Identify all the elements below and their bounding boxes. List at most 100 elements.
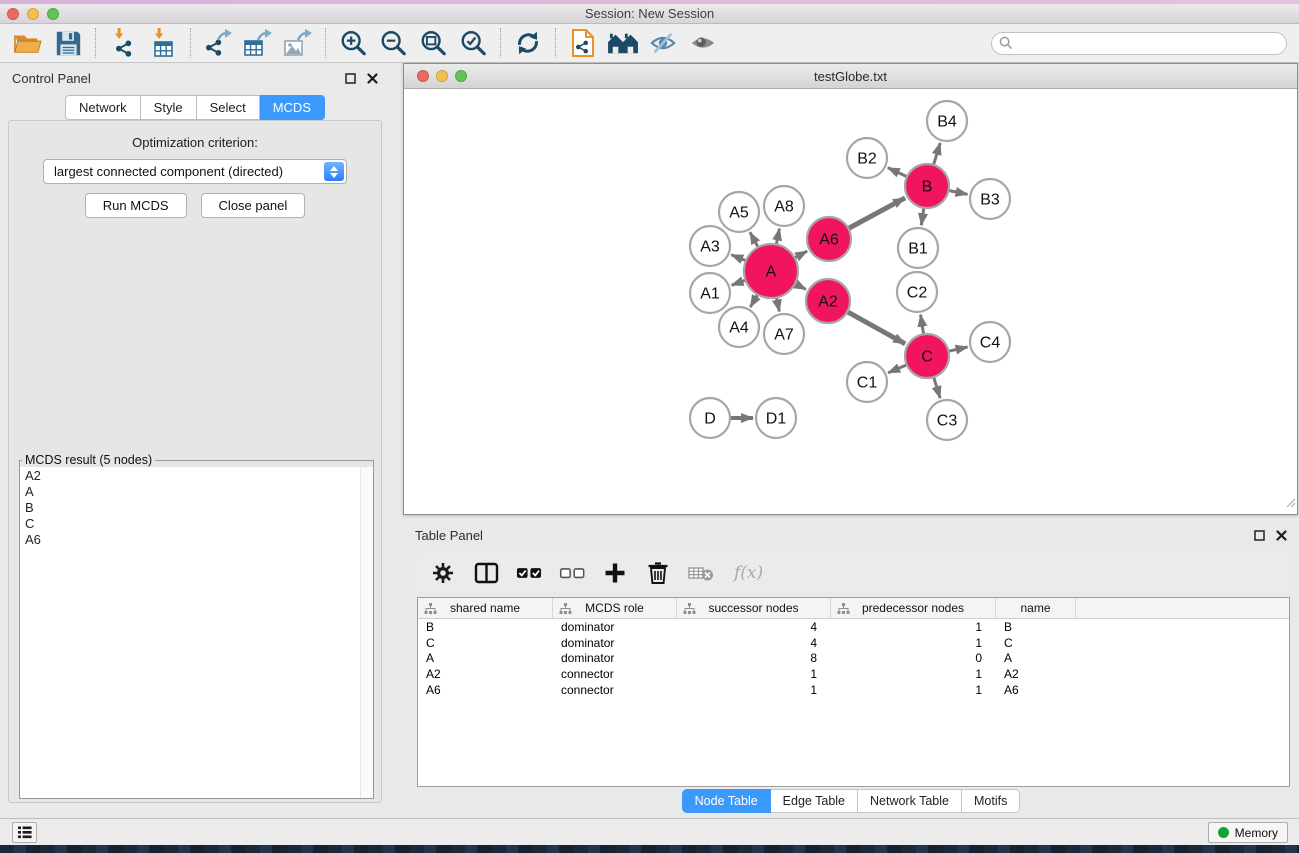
tab-style[interactable]: Style [141, 95, 197, 120]
import-table-icon[interactable] [143, 26, 183, 60]
open-file-icon[interactable] [8, 26, 48, 60]
table-cell: 8 [677, 651, 831, 665]
close-panel-icon[interactable] [367, 73, 378, 84]
tab-mcds[interactable]: MCDS [260, 95, 325, 120]
control-panel-header: Control Panel [0, 63, 390, 93]
network-window-titlebar[interactable]: testGlobe.txt [404, 64, 1297, 89]
tab-select[interactable]: Select [197, 95, 260, 120]
table-cell: A [418, 651, 553, 665]
table-row[interactable]: A2connector11A2 [418, 666, 1289, 682]
table-cell: C [418, 636, 553, 650]
export-table-icon[interactable] [238, 26, 278, 60]
search-input[interactable] [991, 32, 1287, 55]
edge-C-C3 [933, 376, 940, 398]
edge-B-B1 [921, 207, 924, 225]
memory-label: Memory [1235, 826, 1278, 840]
close-window-button[interactable] [7, 8, 19, 20]
network-minimize-button[interactable] [436, 70, 448, 82]
network-close-button[interactable] [417, 70, 429, 82]
table-cell: 4 [677, 636, 831, 650]
float-panel-icon[interactable] [345, 73, 356, 84]
task-history-button[interactable] [12, 822, 37, 843]
column-header-successor-nodes[interactable]: successor nodes [677, 598, 831, 618]
session-title: Session: New Session [0, 4, 1299, 23]
table-row[interactable]: Cdominator41C [418, 635, 1289, 651]
column-header-shared-name[interactable]: shared name [418, 598, 553, 618]
node-label-A: A [766, 264, 777, 281]
table-cell: 1 [831, 620, 996, 634]
table-row[interactable]: A6connector11A6 [418, 682, 1289, 698]
close-table-panel-icon[interactable] [1276, 530, 1287, 541]
node-label-D: D [704, 411, 716, 428]
result-item[interactable]: A [25, 484, 373, 500]
table-cell: 1 [831, 636, 996, 650]
home-layout-icon[interactable] [603, 26, 643, 60]
split-view-icon[interactable] [473, 560, 499, 586]
column-label: shared name [450, 601, 520, 615]
edge-A-A7 [776, 296, 779, 311]
select-all-icon[interactable] [516, 560, 542, 586]
run-mcds-button[interactable]: Run MCDS [85, 193, 187, 218]
desktop-strip-bottom [0, 845, 1299, 853]
table-cell: A6 [418, 683, 553, 697]
zoom-fit-icon[interactable] [413, 26, 453, 60]
node-label-A7: A7 [774, 327, 794, 344]
main-toolbar [0, 24, 1299, 63]
minimize-window-button[interactable] [27, 8, 39, 20]
table-cell: 1 [677, 683, 831, 697]
tab-motifs[interactable]: Motifs [962, 789, 1020, 813]
destroy-table-icon[interactable] [688, 560, 714, 586]
attribute-tree-icon [683, 603, 696, 618]
result-item[interactable]: C [25, 516, 373, 532]
criterion-dropdown[interactable]: largest connected component (directed) [43, 159, 347, 184]
hide-selected-icon[interactable] [643, 26, 683, 60]
column-header-name[interactable]: name [996, 598, 1076, 618]
table-row[interactable]: Bdominator41B [418, 619, 1289, 635]
zoom-window-button[interactable] [47, 8, 59, 20]
result-item[interactable]: A2 [25, 468, 373, 484]
import-network-icon[interactable] [103, 26, 143, 60]
resize-grip-icon[interactable] [1284, 495, 1296, 513]
export-network-icon[interactable] [198, 26, 238, 60]
table-cell: C [996, 636, 1076, 650]
memory-status-icon [1218, 827, 1229, 838]
edge-B-B2 [888, 168, 908, 177]
function-builder-button[interactable]: f(x) [734, 563, 763, 583]
float-table-panel-icon[interactable] [1254, 530, 1265, 541]
export-image-icon[interactable] [278, 26, 318, 60]
zoom-in-icon[interactable] [333, 26, 373, 60]
column-header-MCDS-role[interactable]: MCDS role [553, 598, 677, 618]
clone-network-icon[interactable] [563, 26, 603, 60]
add-row-icon[interactable] [602, 560, 628, 586]
deselect-all-icon[interactable] [559, 560, 585, 586]
result-list-scrollbar[interactable] [360, 467, 373, 798]
table-body: Bdominator41BCdominator41CAdominator80AA… [418, 619, 1289, 698]
node-label-A1: A1 [700, 286, 720, 303]
zoom-out-icon[interactable] [373, 26, 413, 60]
node-label-B4: B4 [937, 114, 957, 131]
result-item[interactable]: B [25, 500, 373, 516]
node-label-A2: A2 [818, 294, 838, 311]
table-cell: 1 [677, 667, 831, 681]
show-all-icon[interactable] [683, 26, 723, 60]
table-row[interactable]: Adominator80A [418, 651, 1289, 667]
column-header-predecessor-nodes[interactable]: predecessor nodes [831, 598, 996, 618]
refresh-layout-icon[interactable] [508, 26, 548, 60]
result-item[interactable]: A6 [25, 532, 373, 548]
delete-row-icon[interactable] [645, 560, 671, 586]
save-session-icon[interactable] [48, 26, 88, 60]
node-label-B: B [922, 179, 933, 196]
column-label: MCDS role [585, 601, 644, 615]
tab-network-table[interactable]: Network Table [858, 789, 962, 813]
main-titlebar: Session: New Session [0, 4, 1299, 24]
memory-button[interactable]: Memory [1208, 822, 1288, 843]
tab-node-table[interactable]: Node Table [682, 789, 771, 813]
zoom-selected-icon[interactable] [453, 26, 493, 60]
network-canvas[interactable]: B4B2BB3B1A5A8A6A3AA1A2C2A4A7CC4C1C3DD1 [404, 89, 1297, 514]
table-cell: A [996, 651, 1076, 665]
network-zoom-button[interactable] [455, 70, 467, 82]
tab-network[interactable]: Network [65, 95, 141, 120]
table-settings-icon[interactable] [430, 560, 456, 586]
tab-edge-table[interactable]: Edge Table [771, 789, 858, 813]
close-panel-button[interactable]: Close panel [201, 193, 306, 218]
